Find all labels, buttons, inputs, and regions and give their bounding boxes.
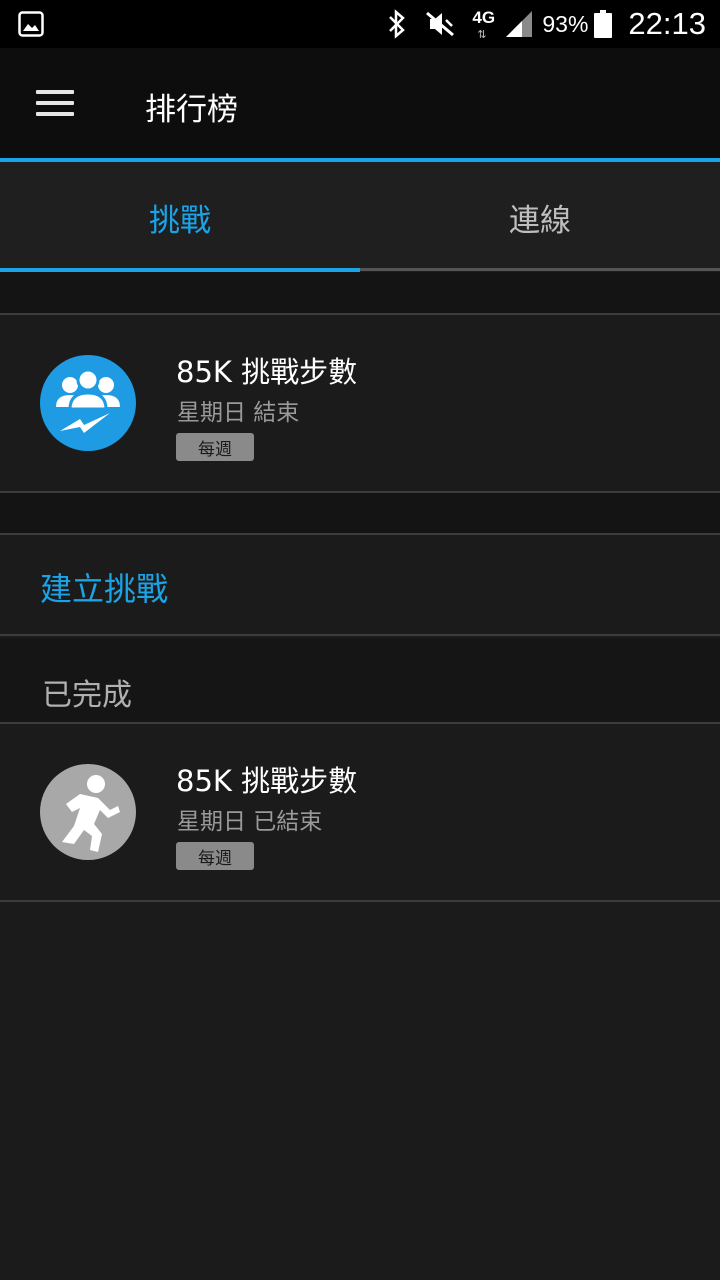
mute-icon [424, 10, 456, 38]
gallery-icon [18, 11, 44, 37]
network-4g-icon: 4G ⇅ [472, 4, 502, 44]
create-challenge-label: 建立挑戰 [40, 570, 169, 608]
menu-icon[interactable] [36, 88, 76, 118]
bluetooth-icon [386, 9, 408, 39]
page-title: 排行榜 [145, 92, 238, 128]
divider [0, 900, 720, 902]
divider [0, 634, 720, 636]
tab-challenges[interactable]: 挑戰 [0, 162, 360, 272]
status-bar: 4G ⇅ 93% 22:13 [0, 0, 720, 48]
app-bar: 排行榜 [0, 48, 720, 160]
signal-icon [504, 9, 534, 39]
tab-underline [360, 268, 720, 271]
network-label: 4G [472, 8, 496, 27]
tab-connections[interactable]: 連線 [360, 162, 720, 272]
challenge-item[interactable]: 85K 挑戰步數 星期日 結束 每週 [0, 315, 720, 491]
frequency-badge: 每週 [176, 842, 254, 870]
clock: 22:13 [628, 6, 706, 41]
section-label: 已完成 [42, 678, 132, 713]
challenge-title: 85K 挑戰步數 [176, 355, 358, 389]
divider [0, 533, 720, 535]
section-header-completed: 已完成 [0, 638, 720, 722]
battery-percent: 93% [542, 10, 589, 37]
frequency-badge: 每週 [176, 433, 254, 461]
tab-bar: 挑戰 連線 [0, 162, 720, 274]
group-icon [40, 355, 136, 451]
battery-icon [594, 10, 613, 38]
challenge-title: 85K 挑戰步數 [176, 764, 358, 798]
completed-challenge-item[interactable]: 85K 挑戰步數 星期日 已結束 每週 [0, 724, 720, 900]
challenge-subtitle: 星期日 已結束 [177, 809, 323, 835]
data-arrows-icon: ⇅ [477, 28, 486, 41]
create-challenge-button[interactable]: 建立挑戰 [0, 536, 720, 634]
spacer [0, 272, 720, 314]
runner-icon [40, 764, 136, 860]
challenge-subtitle: 星期日 結束 [177, 400, 300, 426]
spacer [0, 493, 720, 533]
